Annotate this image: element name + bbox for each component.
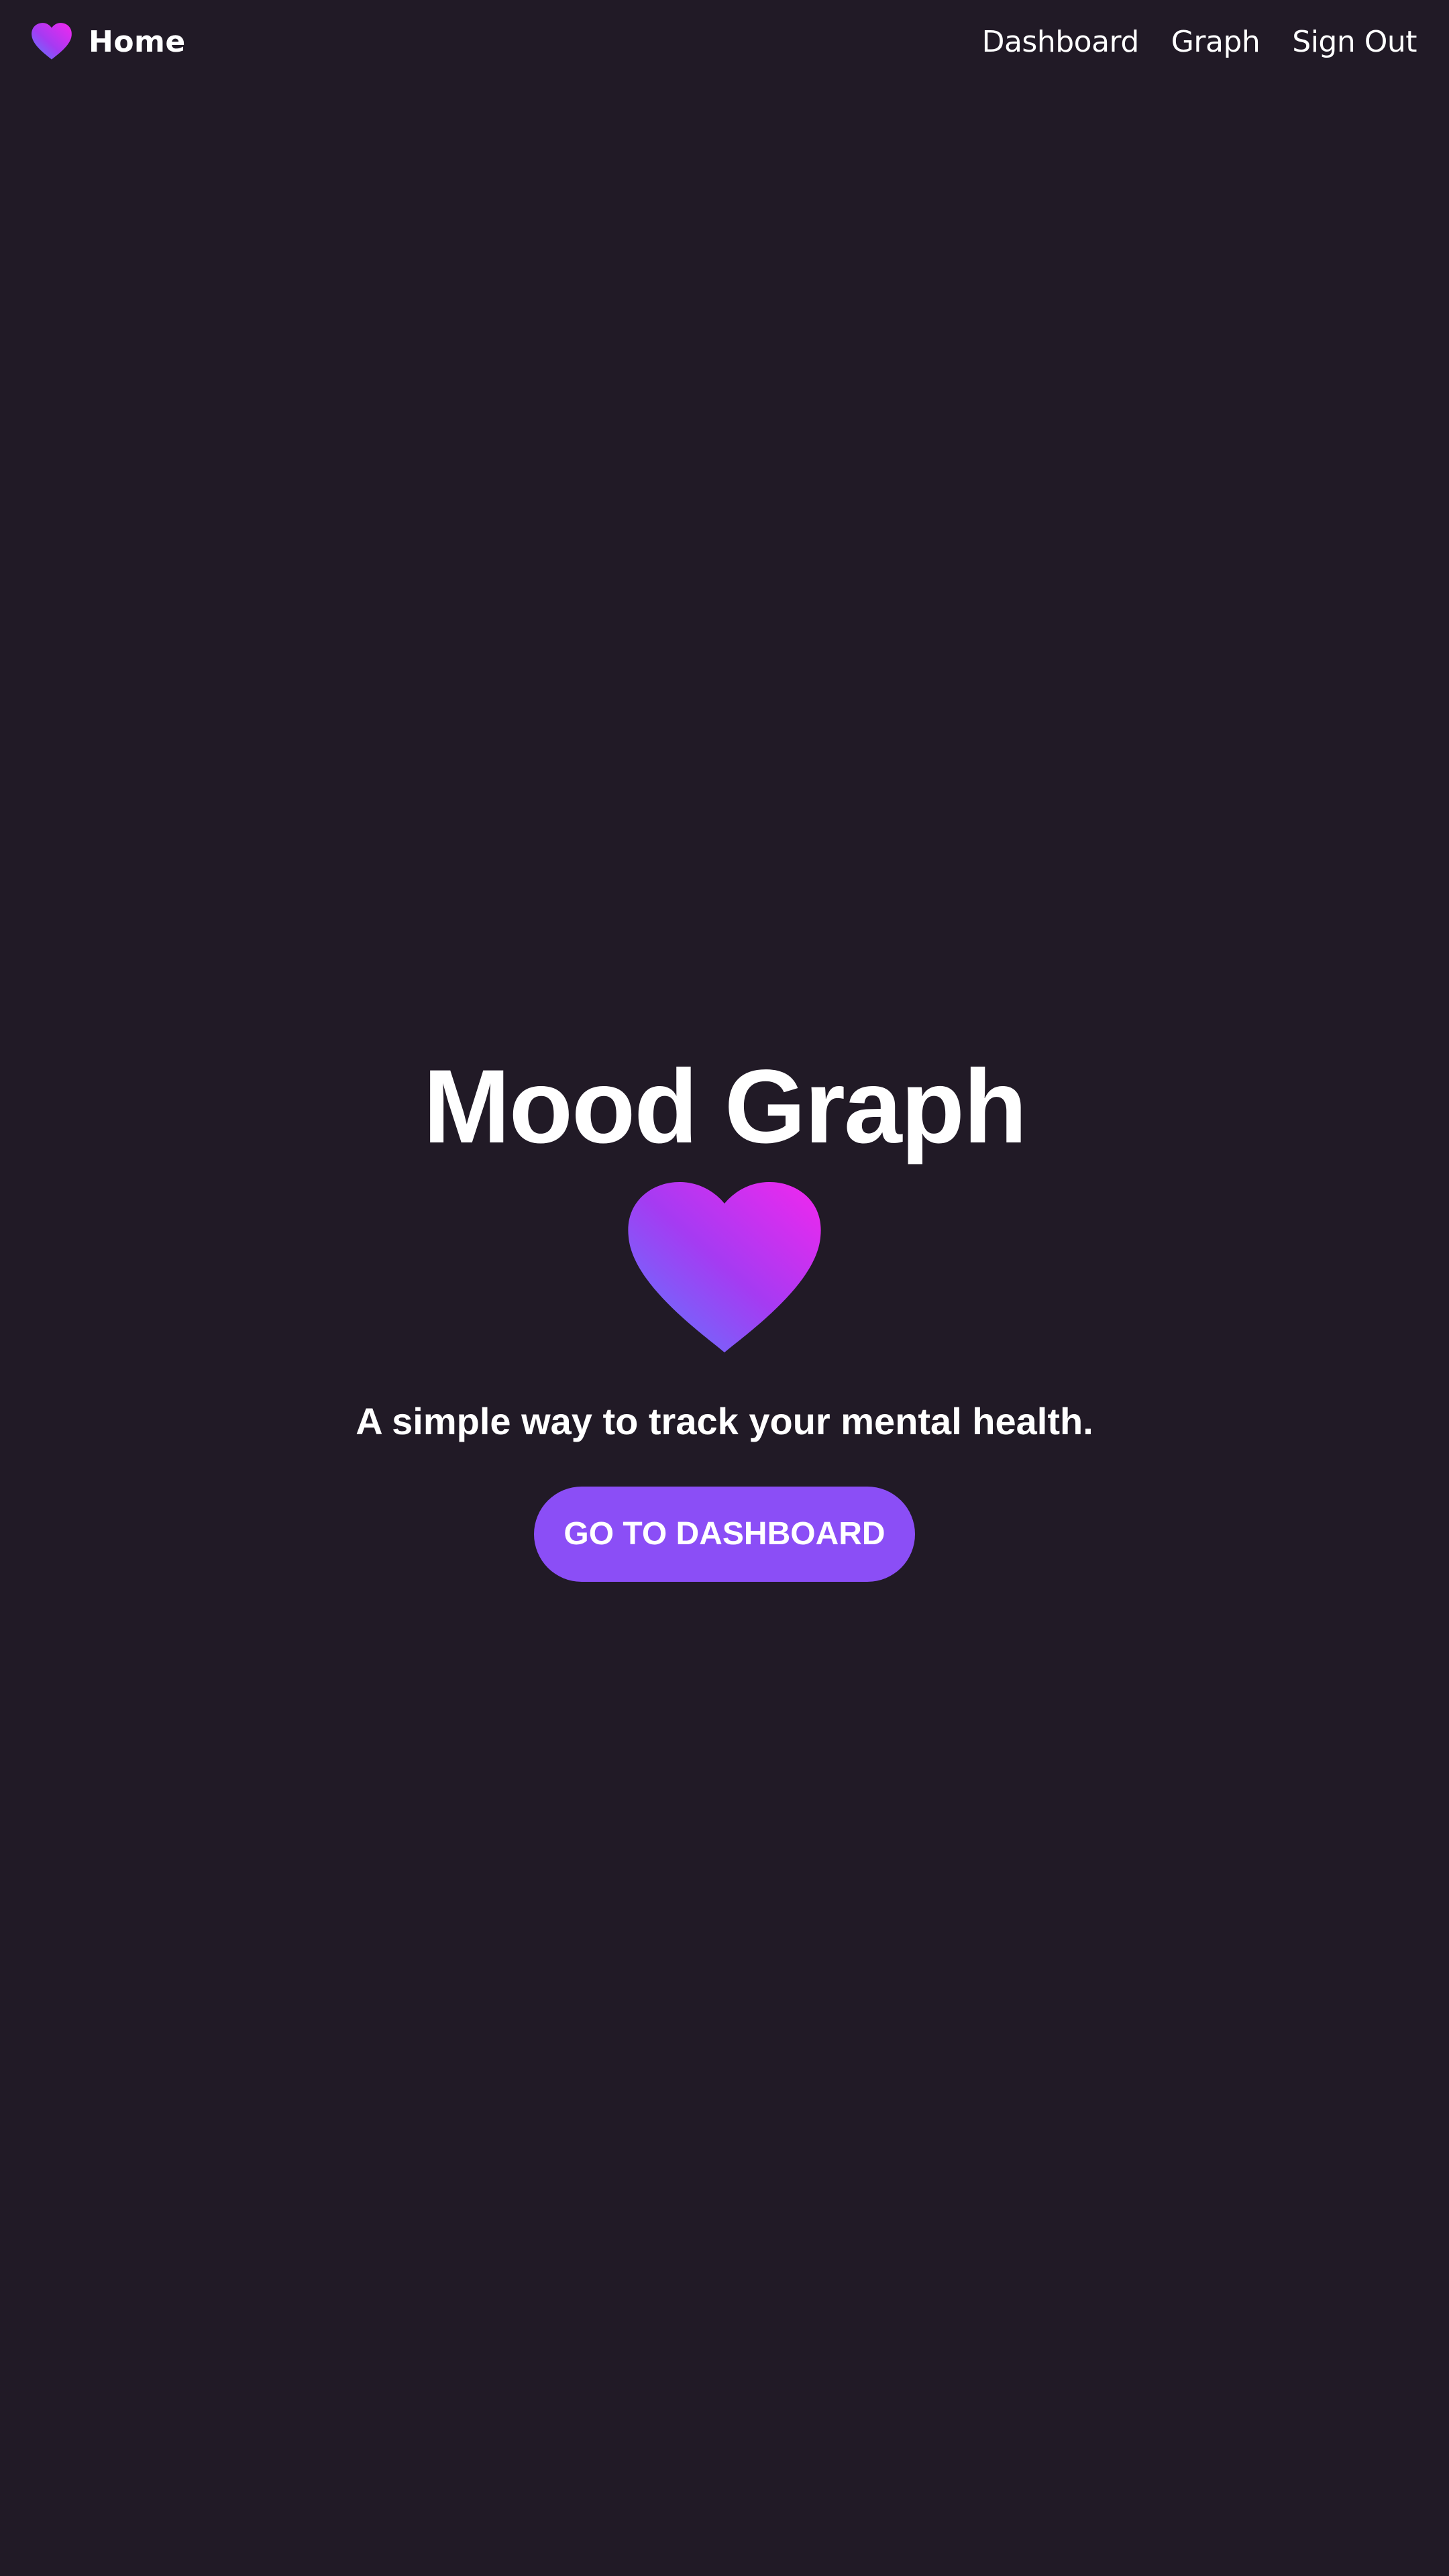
nav-links: Dashboard Graph Sign Out <box>950 25 1417 59</box>
nav-link-sign-out[interactable]: Sign Out <box>1292 25 1417 59</box>
home-link[interactable]: Home <box>31 23 186 60</box>
heart-icon <box>31 23 72 60</box>
heart-icon <box>627 1182 822 1352</box>
navbar: Home Dashboard Graph Sign Out <box>0 0 1449 83</box>
nav-link-graph[interactable]: Graph <box>1171 25 1260 59</box>
page-title: Mood Graph <box>423 1049 1028 1165</box>
go-to-dashboard-button[interactable]: GO TO DASHBOARD <box>534 1487 915 1582</box>
hero-subtitle: A simple way to track your mental health… <box>356 1400 1093 1442</box>
brand-label: Home <box>89 24 186 59</box>
home-page: Home Dashboard Graph Sign Out Mood Graph <box>0 0 1449 2576</box>
hero-section: Mood Graph A simple way to track your me… <box>0 1033 1449 1582</box>
nav-link-dashboard[interactable]: Dashboard <box>982 25 1140 59</box>
